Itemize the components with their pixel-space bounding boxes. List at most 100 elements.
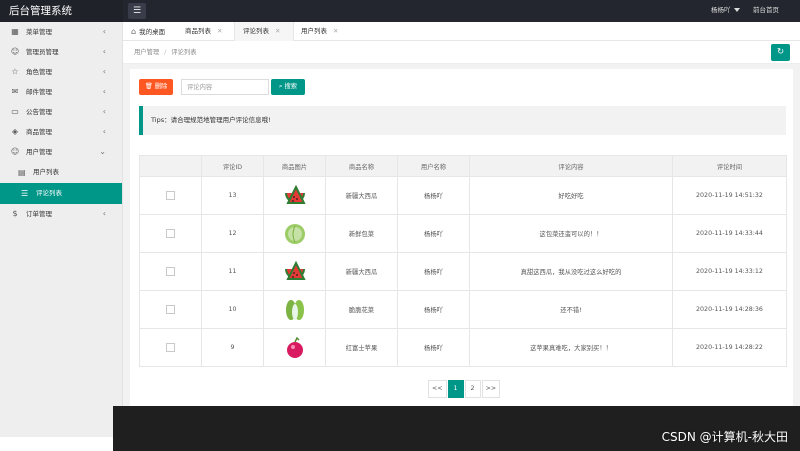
table-row: 10 脆脆花菜 杨杨吖 还不错! 2020-11-19 14:28:36 (139, 290, 787, 329)
sidebar-item-product[interactable]: ◈ 商品管理 ‹ (0, 122, 122, 142)
cell-content: 真甜这西瓜，我从没吃过这么好吃的 (469, 252, 673, 291)
sidebar-subitem-user-list[interactable]: ▤ 用户列表 (0, 162, 122, 183)
select-cell (139, 290, 202, 329)
breadcrumb: 用户管理 / 评论列表 (134, 41, 197, 64)
cell-content: 好吃好吃 (469, 176, 673, 215)
cell-product: 新疆大西瓜 (325, 252, 398, 291)
cell-time: 2020-11-19 14:28:36 (672, 290, 787, 329)
tab-product-list[interactable]: 商品列表 ✕ (177, 22, 222, 41)
cell-id: 10 (201, 290, 264, 329)
table-row: 11 新疆大西瓜 杨杨吖 真甜这西瓜，我从没吃过这么好吃的 2020-11-19… (139, 252, 787, 291)
cell-image (263, 290, 326, 329)
trash-icon: 🗑 (144, 83, 153, 90)
pager-page-1[interactable]: 1 (447, 380, 464, 398)
table-header-row: 评论ID 商品图片 商品名称 用户名称 评论内容 评论时间 (139, 155, 787, 177)
cell-id: 9 (201, 328, 264, 367)
cell-time: 2020-11-19 14:28:22 (672, 328, 787, 367)
cell-image (263, 328, 326, 367)
search-label: 搜索 (284, 83, 298, 90)
pager-next[interactable]: >> (481, 380, 501, 398)
hamburger-icon: ☰ (132, 6, 142, 16)
sidebar-subitem-comment-list[interactable]: ☰ 评论列表 (0, 183, 122, 204)
sidebar-item-notice[interactable]: ▭ 公告管理 ‹ (0, 102, 122, 122)
sidebar-item-label: 邮件管理 (26, 88, 52, 96)
pager-page-2[interactable]: 2 (464, 380, 481, 398)
header-image: 商品图片 (263, 155, 326, 177)
app-logo-title: 后台管理系统 (0, 0, 123, 22)
sidebar-item-label: 商品管理 (26, 128, 52, 136)
user-icon: ☺ (10, 147, 20, 156)
row-checkbox[interactable] (166, 191, 175, 200)
grid-icon: ▦ (11, 27, 19, 36)
chevron-left-icon: ‹ (102, 67, 106, 76)
cell-time: 2020-11-19 14:33:44 (672, 214, 787, 253)
menu-toggle-button[interactable]: ☰ (128, 3, 146, 19)
sidebar-footer (0, 437, 113, 451)
header-id: 评论ID (201, 155, 264, 177)
chevron-left-icon: ‹ (102, 127, 106, 136)
pager-prev[interactable]: << (428, 380, 447, 398)
sidebar-item-label: 用户管理 (26, 148, 52, 156)
delete-button[interactable]: 🗑 删除 (139, 79, 173, 95)
top-bar: 后台管理系统 ☰ 杨杨吖 前台首页 (0, 0, 800, 22)
row-checkbox[interactable] (166, 229, 175, 238)
tips-banner: Tips：请合理规范地管理用户评论信息哦! (139, 106, 786, 135)
chevron-left-icon: ‹ (102, 87, 106, 96)
cell-product: 脆脆花菜 (325, 290, 398, 329)
home-icon: ⌂ (131, 27, 137, 36)
cell-id: 13 (201, 176, 264, 215)
frontend-home-link[interactable]: 前台首页 (753, 0, 779, 22)
row-checkbox[interactable] (166, 343, 175, 352)
user-icon: ☺ (10, 47, 20, 56)
cell-product: 新鲜包菜 (325, 214, 398, 253)
sidebar-item-label: 评论列表 (36, 189, 62, 197)
close-icon[interactable]: ✕ (275, 27, 280, 35)
select-cell (139, 176, 202, 215)
cell-product: 红富士苹果 (325, 328, 398, 367)
cell-image (263, 176, 326, 215)
refresh-button[interactable]: ↻ (771, 44, 790, 61)
table-row: 13 新疆大西瓜 杨杨吖 好吃好吃 2020-11-19 14:51:32 (139, 176, 787, 215)
list-icon: ☰ (21, 189, 29, 198)
sidebar-item-admin[interactable]: ☺ 管理员管理 ‹ (0, 42, 122, 62)
cell-user: 杨杨吖 (397, 252, 470, 291)
bokchoy-image (285, 299, 304, 320)
doc-icon: ▤ (18, 168, 26, 177)
breadcrumb-parent[interactable]: 用户管理 (134, 49, 159, 56)
sidebar-item-orders[interactable]: $ 订单管理 ‹ (0, 204, 122, 224)
notice-icon: ▭ (11, 107, 19, 116)
search-button[interactable]: ⌕ 搜索 (271, 79, 305, 95)
cell-user: 杨杨吖 (397, 328, 470, 367)
sidebar-item-users[interactable]: ☺ 用户管理 ⌄ (0, 142, 122, 162)
sidebar-item-label: 菜单管理 (26, 28, 52, 36)
watermelon-image (284, 260, 306, 280)
sidebar-item-label: 公告管理 (26, 108, 52, 116)
close-icon[interactable]: ✕ (217, 27, 222, 35)
breadcrumb-separator: / (164, 49, 167, 56)
select-cell (139, 252, 202, 291)
sidebar-item-role[interactable]: ☆ 角色管理 ‹ (0, 62, 122, 82)
chevron-left-icon: ‹ (102, 27, 106, 36)
header-select (139, 155, 202, 177)
header-content: 评论内容 (469, 155, 673, 177)
sidebar-item-label: 管理员管理 (26, 48, 59, 56)
tab-comment-list[interactable]: 评论列表 ✕ (234, 22, 294, 41)
sidebar-item-label: 用户列表 (33, 168, 59, 176)
user-menu[interactable]: 杨杨吖 (711, 0, 740, 22)
breadcrumb-current: 评论列表 (171, 49, 197, 56)
row-checkbox[interactable] (166, 267, 175, 276)
row-checkbox[interactable] (166, 305, 175, 314)
user-name: 杨杨吖 (711, 6, 731, 14)
cabbage-image (284, 223, 305, 244)
sidebar-item-mail[interactable]: ✉ 邮件管理 ‹ (0, 82, 122, 102)
tab-user-list[interactable]: 用户列表 ✕ (293, 22, 338, 41)
sidebar: ▦ 菜单管理 ‹ ☺ 管理员管理 ‹ ☆ 角色管理 ‹ ✉ 邮件管理 ‹ ▭ 公… (0, 22, 123, 451)
search-input[interactable] (181, 79, 269, 95)
sidebar-item-menu[interactable]: ▦ 菜单管理 ‹ (0, 22, 122, 42)
delete-label: 删除 (154, 83, 168, 90)
mail-icon: ✉ (11, 87, 19, 96)
close-icon[interactable]: ✕ (333, 27, 338, 35)
search-icon: ⌕ (278, 83, 283, 90)
tab-desktop[interactable]: ⌂ 我的桌面 (123, 22, 165, 41)
sidebar-item-label: 角色管理 (26, 68, 52, 76)
